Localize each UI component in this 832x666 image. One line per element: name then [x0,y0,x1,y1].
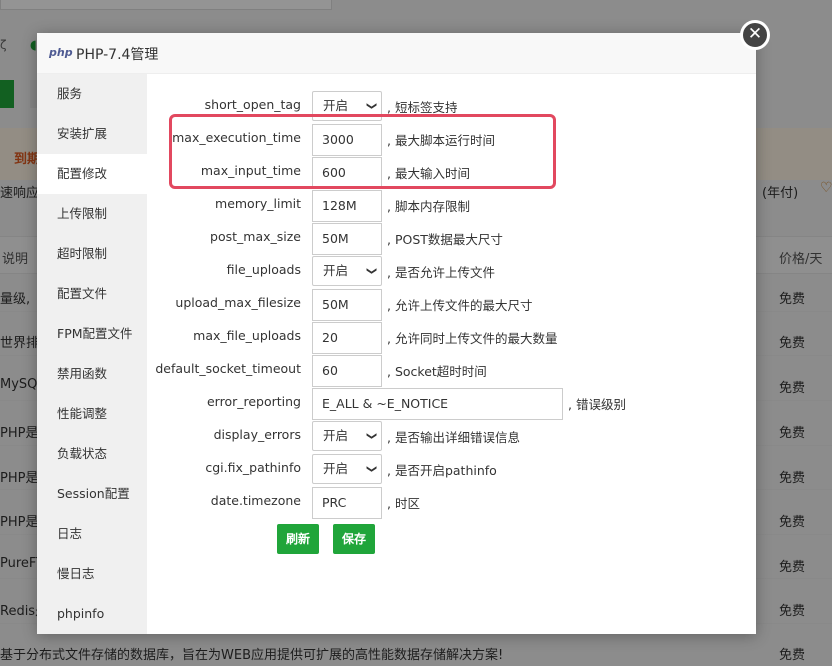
field-label: default_socket_timeout [155,361,301,376]
form-row: default_socket_timeout 60 , Socket超时时间 [147,354,756,387]
form-row: upload_max_filesize 50M , 允许上传文件的最大尺寸 [147,288,756,321]
select-value: 开启 [323,428,349,443]
php-logo-icon: php [49,46,73,59]
dialog-header: php PHP-7.4管理 [37,33,756,74]
field-label: cgi.fix_pathinfo [205,460,301,475]
chevron-down-icon: ❯ [365,266,377,276]
field-label: max_file_uploads [193,328,301,343]
max-file-uploads-input[interactable]: 20 [312,322,382,354]
sidebar-item-phpinfo[interactable]: phpinfo [37,594,147,634]
save-button[interactable]: 保存 [333,524,376,554]
form-row: date.timezone PRC , 时区 [147,486,756,519]
refresh-button[interactable]: 刷新 [277,524,320,554]
field-desc: , 时区 [387,496,420,511]
form-row: max_file_uploads 20 , 允许同时上传文件的最大数量 [147,321,756,354]
file-uploads-select[interactable]: 开启 ❯ [312,256,382,286]
sidebar-item-service[interactable]: 服务 [37,74,147,114]
field-desc: , 脚本内存限制 [387,199,470,214]
field-label: post_max_size [210,229,301,244]
chevron-down-icon: ❯ [365,464,377,474]
default-socket-timeout-input[interactable]: 60 [312,355,382,387]
select-value: 开启 [323,98,349,113]
field-desc: , 是否开启pathinfo [387,463,497,478]
field-label: date.timezone [210,493,301,508]
memory-limit-input[interactable]: 128M [312,190,382,222]
display-errors-select[interactable]: 开启 ❯ [312,421,382,451]
chevron-down-icon: ❯ [365,431,377,441]
sidebar-item-session[interactable]: Session配置 [37,474,147,514]
field-desc: , 允许上传文件的最大尺寸 [387,298,533,313]
field-label: upload_max_filesize [175,295,301,310]
sidebar-item-log[interactable]: 日志 [37,514,147,554]
field-label: memory_limit [215,196,301,211]
upload-max-filesize-input[interactable]: 50M [312,289,382,321]
form-row: cgi.fix_pathinfo 开启 ❯ , 是否开启pathinfo [147,453,756,486]
form-row: post_max_size 50M , POST数据最大尺寸 [147,222,756,255]
field-desc: , POST数据最大尺寸 [387,232,503,247]
close-icon[interactable]: ✕ [740,20,770,50]
highlight-box [169,114,556,189]
field-desc: , 是否允许上传文件 [387,265,495,280]
post-max-size-input[interactable]: 50M [312,223,382,255]
sidebar-item-config-edit[interactable]: 配置修改 [37,154,147,194]
form-row: error_reporting E_ALL & ~E_NOTICE , 错误级别 [147,387,756,420]
dialog-sidebar: 服务 安装扩展 配置修改 上传限制 超时限制 配置文件 FPM配置文件 禁用函数… [37,74,147,634]
sidebar-item-load-status[interactable]: 负载状态 [37,434,147,474]
sidebar-item-config-file[interactable]: 配置文件 [37,274,147,314]
date-timezone-input[interactable]: PRC [312,487,382,519]
sidebar-item-upload-limit[interactable]: 上传限制 [37,194,147,234]
field-desc: , 错误级别 [568,397,626,412]
chevron-down-icon: ❯ [365,101,377,111]
field-label: file_uploads [226,262,301,277]
select-value: 开启 [323,263,349,278]
field-label: short_open_tag [204,97,301,112]
sidebar-item-performance[interactable]: 性能调整 [37,394,147,434]
select-value: 开启 [323,461,349,476]
field-label: display_errors [213,427,301,442]
sidebar-item-fpm-config[interactable]: FPM配置文件 [37,314,147,354]
field-desc: , 是否输出详细错误信息 [387,430,520,445]
sidebar-item-extensions[interactable]: 安装扩展 [37,114,147,154]
field-desc: , 允许同时上传文件的最大数量 [387,331,558,346]
error-reporting-input[interactable]: E_ALL & ~E_NOTICE [312,388,563,420]
sidebar-item-disabled-functions[interactable]: 禁用函数 [37,354,147,394]
cgi-fix-pathinfo-select[interactable]: 开启 ❯ [312,454,382,484]
dialog-title: PHP-7.4管理 [76,47,159,63]
form-row: memory_limit 128M , 脚本内存限制 [147,189,756,222]
sidebar-item-timeout-limit[interactable]: 超时限制 [37,234,147,274]
sidebar-item-slow-log[interactable]: 慢日志 [37,554,147,594]
field-desc: , Socket超时时间 [387,364,487,379]
form-row: file_uploads 开启 ❯ , 是否允许上传文件 [147,255,756,288]
form-row: display_errors 开启 ❯ , 是否输出详细错误信息 [147,420,756,453]
field-label: error_reporting [206,394,301,409]
